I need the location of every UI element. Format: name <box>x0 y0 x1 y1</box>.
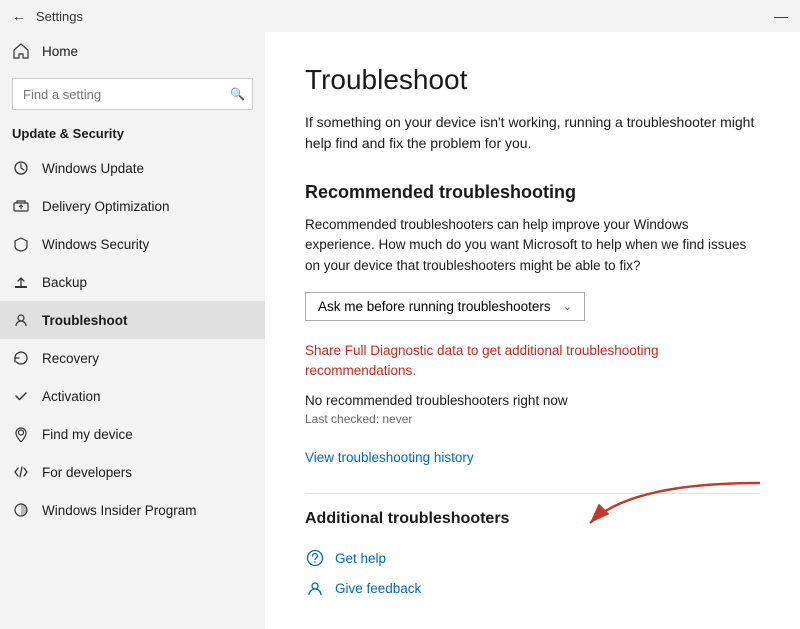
sidebar-item-home[interactable]: Home <box>0 32 265 70</box>
activation-icon <box>12 387 30 405</box>
minimize-button[interactable]: — <box>774 8 788 24</box>
recommended-section-description: Recommended troubleshooters can help imp… <box>305 215 760 276</box>
troubleshoot-label: Troubleshoot <box>42 313 128 328</box>
get-help-label: Get help <box>335 551 386 566</box>
titlebar: ← Settings — <box>0 0 800 32</box>
sidebar-item-backup[interactable]: Backup <box>0 263 265 301</box>
for-developers-icon <box>12 463 30 481</box>
windows-update-label: Windows Update <box>42 161 144 176</box>
sidebar-item-recovery[interactable]: Recovery <box>0 339 265 377</box>
app-title: Settings <box>36 9 83 24</box>
home-icon <box>12 42 30 60</box>
windows-security-label: Windows Security <box>42 237 149 252</box>
chevron-down-icon: ⌄ <box>563 300 572 313</box>
no-troubleshooters-text: No recommended troubleshooters right now <box>305 393 760 408</box>
search-container: 🔍 <box>12 78 253 110</box>
sidebar-item-for-developers[interactable]: For developers <box>0 453 265 491</box>
give-feedback-icon <box>305 578 325 598</box>
find-my-device-label: Find my device <box>42 427 133 442</box>
additional-troubleshooters-section: Additional troubleshooters <box>305 493 760 528</box>
delivery-optimization-label: Delivery Optimization <box>42 199 170 214</box>
sidebar: Home 🔍 Update & Security Windows Update <box>0 32 265 629</box>
recovery-icon <box>12 349 30 367</box>
find-my-device-icon <box>12 425 30 443</box>
sidebar-item-windows-update[interactable]: Windows Update <box>0 149 265 187</box>
troubleshoot-dropdown[interactable]: Ask me before running troubleshooters ⌄ <box>305 292 585 321</box>
give-feedback-label: Give feedback <box>335 581 421 596</box>
page-title: Troubleshoot <box>305 64 760 96</box>
diagnostic-link[interactable]: Share Full Diagnostic data to get additi… <box>305 341 760 382</box>
back-button[interactable]: ← <box>12 8 26 24</box>
additional-troubleshooters-wrapper: Additional troubleshooters <box>305 493 760 528</box>
sidebar-item-troubleshoot[interactable]: Troubleshoot <box>0 301 265 339</box>
sidebar-item-find-my-device[interactable]: Find my device <box>0 415 265 453</box>
get-help-link[interactable]: Get help <box>305 548 760 568</box>
get-help-icon <box>305 548 325 568</box>
search-input[interactable] <box>12 78 253 110</box>
recommended-section-title: Recommended troubleshooting <box>305 182 760 203</box>
windows-security-icon <box>12 235 30 253</box>
titlebar-left: ← Settings <box>12 8 83 24</box>
view-history-link[interactable]: View troubleshooting history <box>305 450 760 465</box>
sidebar-item-delivery-optimization[interactable]: Delivery Optimization <box>0 187 265 225</box>
troubleshoot-icon <box>12 311 30 329</box>
recovery-label: Recovery <box>42 351 99 366</box>
sidebar-item-activation[interactable]: Activation <box>0 377 265 415</box>
give-feedback-link[interactable]: Give feedback <box>305 578 760 598</box>
main-layout: Home 🔍 Update & Security Windows Update <box>0 32 800 629</box>
main-content: Troubleshoot If something on your device… <box>265 32 800 629</box>
backup-label: Backup <box>42 275 87 290</box>
home-label: Home <box>42 44 78 59</box>
sidebar-section-label: Update & Security <box>0 122 265 149</box>
additional-section-title: Additional troubleshooters <box>305 510 760 528</box>
page-description: If something on your device isn't workin… <box>305 112 760 154</box>
windows-update-icon <box>12 159 30 177</box>
search-icon: 🔍 <box>230 87 245 101</box>
windows-insider-icon <box>12 501 30 519</box>
sidebar-item-windows-insider[interactable]: Windows Insider Program <box>0 491 265 529</box>
delivery-optimization-icon <box>12 197 30 215</box>
backup-icon <box>12 273 30 291</box>
for-developers-label: For developers <box>42 465 132 480</box>
windows-insider-label: Windows Insider Program <box>42 503 197 518</box>
activation-label: Activation <box>42 389 101 404</box>
last-checked-text: Last checked: never <box>305 412 760 426</box>
sidebar-item-windows-security[interactable]: Windows Security <box>0 225 265 263</box>
dropdown-value: Ask me before running troubleshooters <box>318 299 551 314</box>
